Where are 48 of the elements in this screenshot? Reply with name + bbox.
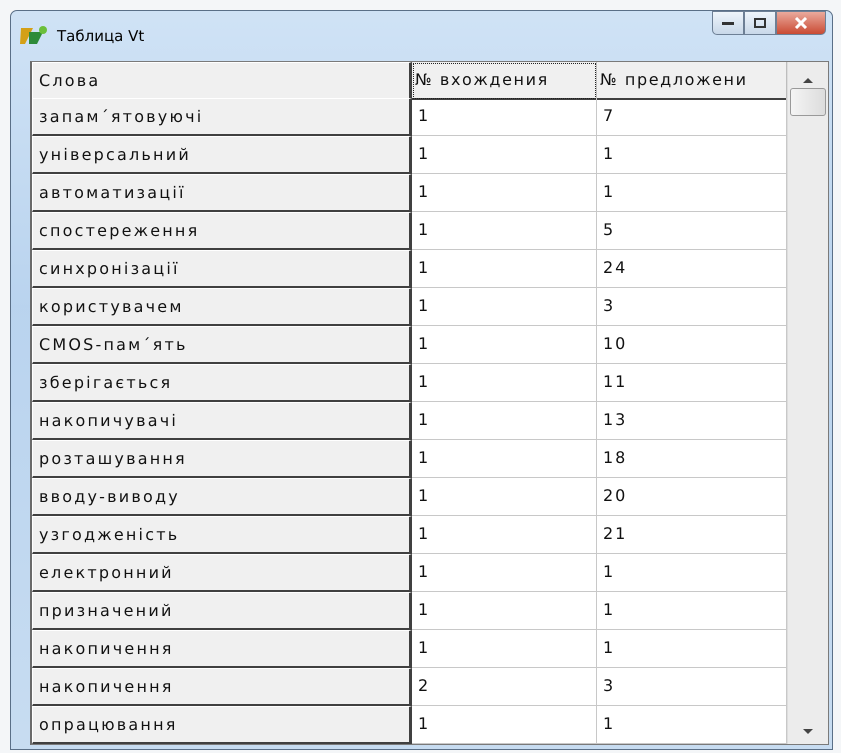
table-cell[interactable]: 2 <box>412 668 597 706</box>
table-cell[interactable]: 1 <box>412 592 597 630</box>
table-cell[interactable]: 1 <box>412 516 597 554</box>
row-header: синхронізації <box>32 250 412 288</box>
table-cell[interactable]: 1 <box>412 288 597 326</box>
row-header: накопичувачі <box>32 402 412 440</box>
table-cell[interactable]: 1 <box>412 478 597 516</box>
close-button[interactable] <box>776 11 826 35</box>
row-header: опрацювання <box>32 706 412 744</box>
column-header[interactable]: Слова <box>32 62 412 100</box>
window-title: Таблица Vt <box>57 27 146 45</box>
row-header: розташування <box>32 440 412 478</box>
row-header: накопичення <box>32 630 412 668</box>
row-header: CMOS-пам´ять <box>32 326 412 364</box>
table-cell[interactable]: 1 <box>412 630 597 668</box>
row-header: накопичення <box>32 668 412 706</box>
scroll-down-icon[interactable] <box>802 728 814 736</box>
maximize-icon <box>754 18 766 28</box>
minimize-button[interactable] <box>712 11 744 35</box>
row-header: призначений <box>32 592 412 630</box>
row-header: автоматизації <box>32 174 412 212</box>
maximize-button[interactable] <box>744 11 776 35</box>
scrollbar[interactable] <box>787 62 828 744</box>
column-header[interactable]: № вхождения <box>412 62 597 100</box>
table-cell[interactable]: 1 <box>412 364 597 402</box>
row-header: спостереження <box>32 212 412 250</box>
row-header: узгодженість <box>32 516 412 554</box>
row-header: електронний <box>32 554 412 592</box>
table-cell[interactable]: 1 <box>412 98 597 136</box>
row-header: користувачем <box>32 288 412 326</box>
column-header[interactable]: № предложени <box>597 62 787 100</box>
row-header: універсальний <box>32 136 412 174</box>
minimize-icon <box>722 21 734 25</box>
row-header: вводу-виводу <box>32 478 412 516</box>
table-cell[interactable]: 1 <box>412 136 597 174</box>
close-icon <box>794 17 808 29</box>
table-cell[interactable]: 1 <box>412 250 597 288</box>
table-cell[interactable]: 1 <box>412 440 597 478</box>
table-cell[interactable]: 1 <box>412 706 597 744</box>
table-cell[interactable]: 1 <box>412 402 597 440</box>
scroll-thumb[interactable] <box>790 88 826 116</box>
row-header: зберігається <box>32 364 412 402</box>
row-header: запам´ятовуючі <box>32 98 412 136</box>
table-cell[interactable]: 1 <box>412 212 597 250</box>
table-cell[interactable]: 1 <box>412 326 597 364</box>
table-cell[interactable]: 1 <box>412 554 597 592</box>
scroll-up-icon[interactable] <box>802 76 814 84</box>
table-cell[interactable]: 1 <box>412 174 597 212</box>
